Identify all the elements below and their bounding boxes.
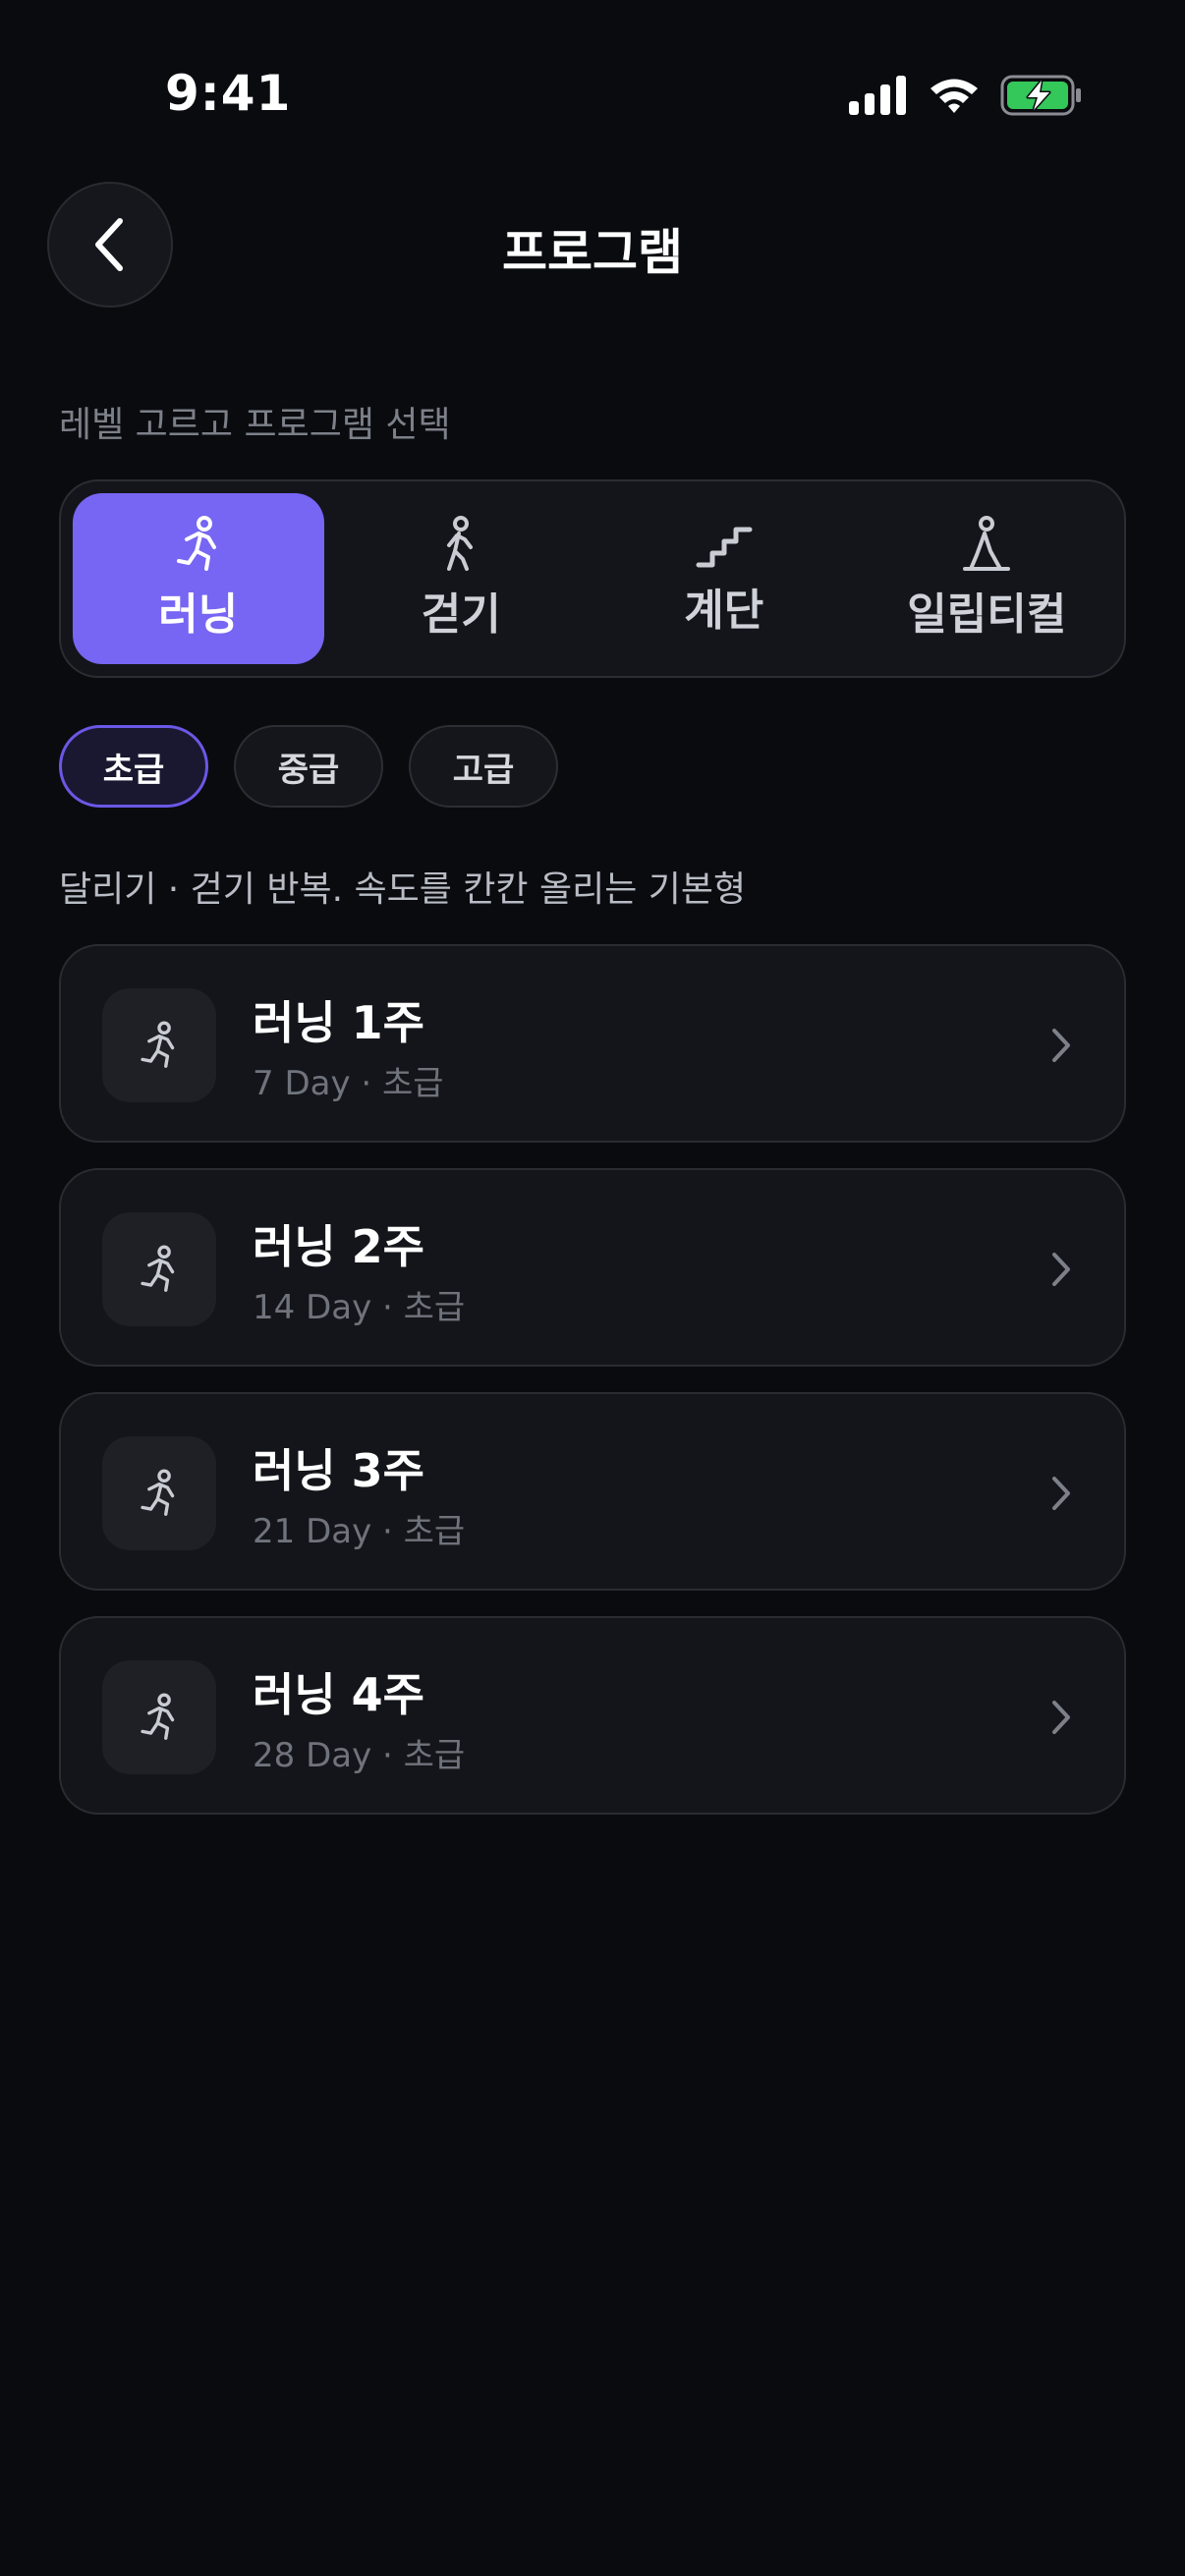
program-icon-tile (102, 1436, 216, 1550)
tab-running-label: 러닝 (158, 589, 239, 640)
chevron-right-icon (1052, 1701, 1070, 1734)
program-card[interactable]: 러닝 1주 7 Day · 초급 (59, 944, 1126, 1143)
page-title: 프로그램 (502, 224, 683, 281)
program-subtitle: 14 Day · 초급 (253, 1288, 466, 1327)
chevron-right-icon (1052, 1253, 1070, 1286)
level-chips: 초급 중급 고급 (59, 725, 558, 808)
section-label: 레벨 고르고 프로그램 선택 (59, 405, 451, 445)
tab-walking[interactable]: 걷기 (336, 493, 588, 664)
program-card[interactable]: 러닝 4주 28 Day · 초급 (59, 1616, 1126, 1815)
tab-walking-label: 걷기 (421, 589, 501, 640)
program-subtitle: 7 Day · 초급 (253, 1064, 444, 1103)
program-title: 러닝 2주 (253, 1220, 424, 1273)
chip-beginner[interactable]: 초급 (59, 725, 208, 808)
running-icon (141, 1693, 175, 1740)
elliptical-icon (963, 516, 1011, 571)
program-subtitle: 21 Day · 초급 (253, 1512, 466, 1551)
chevron-right-icon (1052, 1477, 1070, 1510)
running-icon (176, 516, 216, 571)
battery-charging-icon (1000, 75, 1081, 116)
status-icons (849, 75, 1083, 116)
program-card[interactable]: 러닝 2주 14 Day · 초급 (59, 1168, 1126, 1367)
tab-running[interactable]: 러닝 (73, 493, 324, 664)
tab-elliptical-label: 일립티컬 (907, 589, 1067, 640)
program-card[interactable]: 러닝 3주 21 Day · 초급 (59, 1392, 1126, 1591)
program-icon-tile (102, 1660, 216, 1774)
program-title: 러닝 4주 (253, 1668, 424, 1721)
level-description: 달리기 · 걷기 반복. 속도를 칸칸 올리는 기본형 (59, 869, 747, 910)
stairs-icon (696, 527, 753, 568)
running-icon (141, 1469, 175, 1516)
program-title: 러닝 1주 (253, 996, 424, 1049)
program-title: 러닝 3주 (253, 1444, 424, 1497)
chip-advanced[interactable]: 고급 (409, 725, 558, 808)
wifi-icon (931, 79, 978, 113)
status-bar: 9:41 (0, 0, 1185, 196)
tab-stairs-label: 계단 (684, 586, 764, 636)
running-icon (141, 1021, 175, 1068)
tab-stairs[interactable]: 계단 (598, 493, 850, 664)
program-icon-tile (102, 988, 216, 1102)
program-icon-tile (102, 1212, 216, 1326)
running-icon (141, 1245, 175, 1292)
chip-intermediate[interactable]: 중급 (234, 725, 383, 808)
program-list: 러닝 1주 7 Day · 초급 러닝 2주 14 Day · 초급 러닝 3주… (59, 944, 1126, 1840)
status-time: 9:41 (165, 65, 292, 122)
walking-icon (447, 516, 474, 571)
program-subtitle: 28 Day · 초급 (253, 1736, 466, 1775)
tab-elliptical[interactable]: 일립티컬 (862, 493, 1113, 664)
activity-tabs: 러닝 걷기 계단 일립티컬 (59, 479, 1126, 678)
chevron-right-icon (1052, 1029, 1070, 1062)
nav-bar: 프로그램 (0, 182, 1185, 309)
cellular-signal-icon (849, 76, 906, 115)
